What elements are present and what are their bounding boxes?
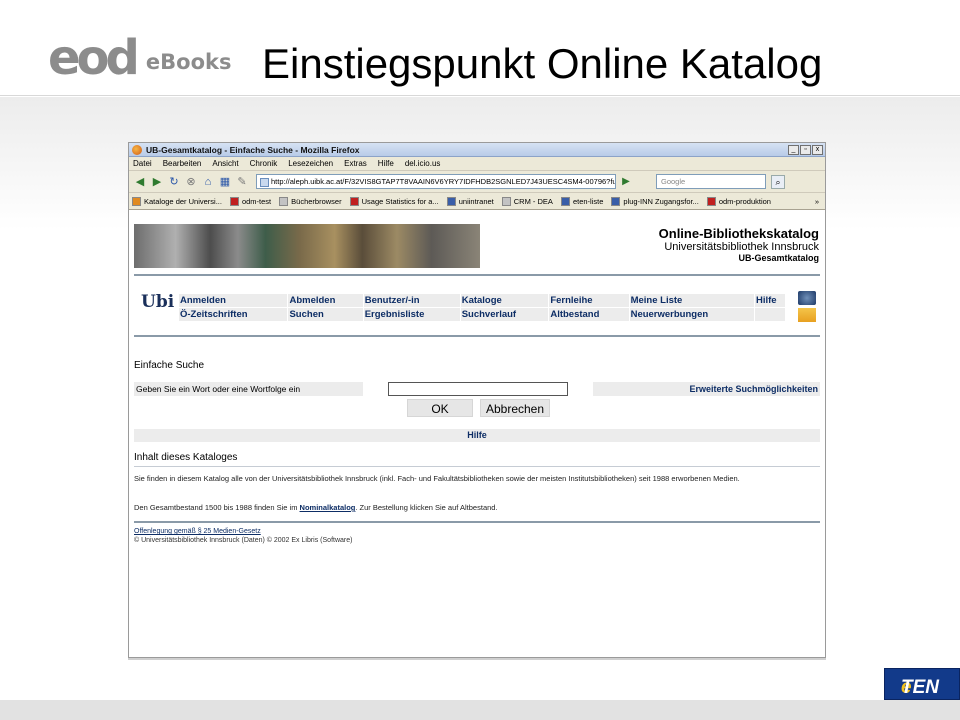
bookmark-icon: [279, 196, 289, 206]
nav-fernleihe[interactable]: Fernleihe: [549, 294, 629, 307]
nav-suchverlauf[interactable]: Suchverlauf: [460, 308, 549, 321]
nav-abmelden[interactable]: Abmelden: [288, 294, 363, 307]
footer-divider: [134, 521, 820, 523]
tag-icon[interactable]: ✎: [235, 175, 249, 189]
ok-button[interactable]: OK: [407, 399, 473, 417]
search-row: Geben Sie ein Wort oder eine Wortfolge e…: [134, 382, 820, 397]
bookmarks-toolbar: Kataloge der Universi... odm-test Bücher…: [129, 193, 825, 210]
nav-divider: [134, 335, 820, 337]
header-divider: [134, 274, 820, 276]
nav-ergebnisliste[interactable]: Ergebnisliste: [363, 308, 460, 321]
bookmark-icon: [611, 196, 621, 206]
advanced-search-link[interactable]: Erweiterte Suchmöglichkeiten: [593, 382, 820, 396]
bookmark-icon: [229, 196, 239, 206]
search-label: Geben Sie ein Wort oder eine Wortfolge e…: [134, 382, 363, 396]
content-divider: [134, 466, 820, 467]
footer-link[interactable]: Offenlegung gemäß § 25 Medien-Gesetz: [134, 528, 261, 535]
nav-anmelden[interactable]: Anmelden: [179, 294, 288, 307]
browser-titlebar: UB-Gesamtkatalog - Einfache Suche - Mozi…: [129, 143, 825, 157]
help-bar[interactable]: Hilfe: [134, 429, 820, 442]
page-content: Online-Bibliothekskatalog Universitätsbi…: [129, 213, 825, 657]
bookmark-item[interactable]: Kataloge der Universi...: [132, 196, 222, 206]
slide-divider: [128, 658, 826, 660]
bookmark-icon: [349, 196, 359, 206]
bookmark-icon: [132, 196, 141, 206]
slide-title: Einstiegspunkt Online Katalog: [262, 40, 823, 87]
menu-extras[interactable]: Extras: [344, 159, 367, 168]
catalog-subtitle: Universitätsbibliothek Innsbruck: [664, 241, 819, 253]
nav-kataloge[interactable]: Kataloge: [460, 294, 549, 307]
home-icon[interactable]: ⌂: [201, 175, 215, 189]
menubar: Datei Bearbeiten Ansicht Chronik Lesezei…: [129, 157, 825, 171]
url-bar[interactable]: http://aleph.uibk.ac.at/F/32VIS8GTAP7T8V…: [256, 174, 616, 189]
bookmark-icon: [446, 196, 456, 206]
uibk-logo: Ubi: [141, 292, 175, 312]
catalog-header: Online-Bibliothekskatalog Universitätsbi…: [659, 226, 819, 264]
content-text-1: Sie finden in diesem Katalog alle von de…: [134, 474, 740, 483]
menu-ansicht[interactable]: Ansicht: [212, 159, 238, 168]
catalog-title: Online-Bibliothekskatalog: [658, 226, 819, 241]
footer-copyright: © Universitätsbibliothek Innsbruck (Date…: [134, 537, 353, 544]
menu-datei[interactable]: Datei: [133, 159, 152, 168]
nominalkatalog-link[interactable]: Nominalkatalog: [300, 503, 356, 512]
eod-logo: eod eBooks: [48, 34, 231, 82]
globe-icon[interactable]: [798, 291, 816, 305]
bookmark-item[interactable]: uniintranet: [446, 196, 494, 206]
bookmark-item[interactable]: eten-liste: [560, 196, 603, 206]
language-flag-icon[interactable]: [798, 308, 816, 322]
bookmark-item[interactable]: plug-INN Zugangsfor...: [611, 196, 699, 206]
nav-meine-liste[interactable]: Meine Liste: [629, 294, 754, 307]
forward-arrow-icon[interactable]: ▶: [150, 175, 164, 189]
eten-logo: e TEN: [884, 668, 960, 700]
bookmarks-overflow[interactable]: »: [815, 197, 819, 206]
nav-empty-cell: [755, 308, 785, 321]
bookmark-icon: [560, 196, 570, 206]
catalog-search-input[interactable]: [388, 382, 568, 396]
slide-footer-bar: [0, 700, 960, 720]
stop-icon[interactable]: ⊗: [184, 175, 198, 189]
maximize-button[interactable]: ▫: [800, 144, 811, 155]
menu-lesezeichen[interactable]: Lesezeichen: [288, 159, 333, 168]
nav-suchen[interactable]: Suchen: [288, 308, 363, 321]
catalog-navigation: Anmelden Abmelden Benutzer/-in Kataloge …: [178, 293, 786, 322]
browser-window: UB-Gesamtkatalog - Einfache Suche - Mozi…: [128, 142, 826, 658]
bookmark-icon: [706, 196, 716, 206]
menu-chronik[interactable]: Chronik: [250, 159, 278, 168]
content-title: Inhalt dieses Kataloges: [134, 452, 238, 463]
bookmark-item[interactable]: Usage Statistics for a...: [349, 196, 439, 206]
back-arrow-icon[interactable]: ◀: [133, 175, 147, 189]
nav-altbestand[interactable]: Altbestand: [549, 308, 629, 321]
nav-hilfe[interactable]: Hilfe: [755, 294, 785, 307]
minimize-button[interactable]: _: [788, 144, 799, 155]
bookmark-item[interactable]: Bücherbrowser: [279, 196, 342, 206]
window-title: UB-Gesamtkatalog - Einfache Suche - Mozi…: [146, 144, 360, 155]
bookmark-item[interactable]: odm-produktion: [706, 196, 771, 206]
cancel-button[interactable]: Abbrechen: [480, 399, 550, 417]
nav-oe-zeitschriften[interactable]: Ö-Zeitschriften: [179, 308, 288, 321]
bookmark-item[interactable]: CRM - DEA: [501, 196, 553, 206]
logo-text: eBooks: [145, 50, 232, 74]
bookmark-icon: [501, 196, 511, 206]
firefox-icon: [132, 144, 142, 155]
eten-logo-text: TEN: [901, 677, 939, 698]
menu-hilfe[interactable]: Hilfe: [378, 159, 394, 168]
menu-bearbeiten[interactable]: Bearbeiten: [163, 159, 202, 168]
menu-delicious[interactable]: del.icio.us: [405, 159, 441, 168]
nav-benutzer[interactable]: Benutzer/-in: [363, 294, 460, 307]
search-input[interactable]: Google: [656, 174, 766, 189]
content-text-2: Den Gesamtbestand 1500 bis 1988 finden S…: [134, 503, 498, 512]
close-button[interactable]: x: [812, 144, 823, 155]
slide-header: eod eBooks Einstiegspunkt Online Katalog: [0, 0, 960, 96]
logo-mark: eod: [48, 30, 140, 86]
extension-icon[interactable]: ▦: [218, 175, 232, 189]
search-magnifier-icon[interactable]: ⌕: [771, 174, 785, 189]
library-banner-image: [134, 224, 480, 268]
navigation-toolbar: ◀ ▶ ↻ ⊗ ⌂ ▦ ✎ http://aleph.uibk.ac.at/F/…: [129, 171, 825, 193]
catalog-name: UB-Gesamtkatalog: [738, 253, 819, 263]
nav-neuerwerbungen[interactable]: Neuerwerbungen: [629, 308, 754, 321]
bookmark-item[interactable]: odm-test: [229, 196, 271, 206]
go-arrow-icon[interactable]: ▶: [619, 175, 633, 189]
reload-icon[interactable]: ↻: [167, 175, 181, 189]
simple-search-title: Einfache Suche: [134, 360, 205, 371]
